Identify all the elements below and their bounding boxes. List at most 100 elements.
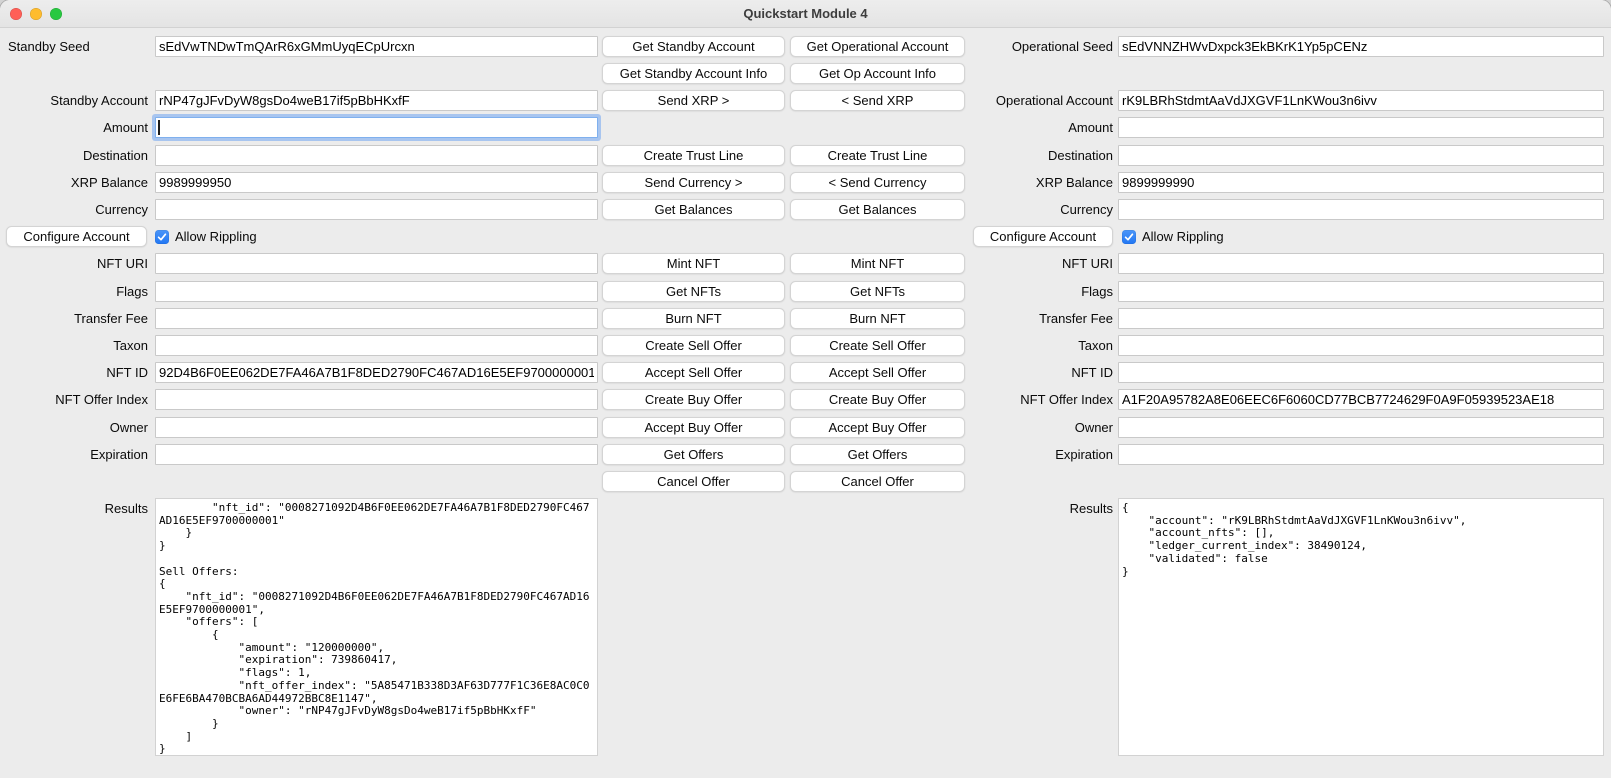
- standby-amount-input[interactable]: [155, 117, 598, 138]
- standby-seed-label: Standby Seed: [8, 36, 156, 57]
- standby-nft-id-input[interactable]: [155, 362, 598, 383]
- operational-expiration-input[interactable]: [1118, 444, 1604, 465]
- standby-expiration-input[interactable]: [155, 444, 598, 465]
- operational-currency-input[interactable]: [1118, 199, 1604, 220]
- standby-send-xrp-button[interactable]: Send XRP >: [602, 90, 785, 111]
- standby-destination-input[interactable]: [155, 145, 598, 166]
- standby-accept-sell-offer-button[interactable]: Accept Sell Offer: [602, 362, 785, 383]
- operational-results-label: Results: [967, 498, 1113, 519]
- standby-nft-offer-index-label: NFT Offer Index: [0, 389, 148, 410]
- operational-cancel-offer-button[interactable]: Cancel Offer: [790, 471, 965, 492]
- standby-flags-input[interactable]: [155, 281, 598, 302]
- operational-xrp-balance-label: XRP Balance: [967, 172, 1113, 193]
- standby-account-input[interactable]: [155, 90, 598, 111]
- standby-results-label: Results: [0, 498, 148, 519]
- operational-expiration-label: Expiration: [967, 444, 1113, 465]
- operational-burn-nft-button[interactable]: Burn NFT: [790, 308, 965, 329]
- operational-taxon-label: Taxon: [967, 335, 1113, 356]
- standby-transfer-fee-input[interactable]: [155, 308, 598, 329]
- operational-get-offers-button[interactable]: Get Offers: [790, 444, 965, 465]
- standby-get-nfts-button[interactable]: Get NFTs: [602, 281, 785, 302]
- get-op-account-info-button[interactable]: Get Op Account Info: [790, 63, 965, 84]
- minimize-window-button[interactable]: [30, 8, 42, 20]
- standby-expiration-label: Expiration: [0, 444, 148, 465]
- operational-nft-offer-index-input[interactable]: [1118, 389, 1604, 410]
- operational-account-label: Operational Account: [967, 90, 1113, 111]
- standby-results-text[interactable]: "nft_id": "0008271092D4B6F0EE062DE7FA46A…: [155, 498, 598, 756]
- standby-destination-label: Destination: [0, 145, 148, 166]
- standby-cancel-offer-button[interactable]: Cancel Offer: [602, 471, 785, 492]
- operational-flags-label: Flags: [967, 281, 1113, 302]
- operational-create-sell-offer-button[interactable]: Create Sell Offer: [790, 335, 965, 356]
- standby-create-sell-offer-button[interactable]: Create Sell Offer: [602, 335, 785, 356]
- standby-xrp-balance-input[interactable]: [155, 172, 598, 193]
- standby-create-trust-line-button[interactable]: Create Trust Line: [602, 145, 785, 166]
- standby-accept-buy-offer-button[interactable]: Accept Buy Offer: [602, 417, 785, 438]
- operational-nft-offer-index-label: NFT Offer Index: [967, 389, 1113, 410]
- operational-nft-uri-label: NFT URI: [967, 253, 1113, 274]
- operational-amount-label: Amount: [967, 117, 1113, 138]
- operational-taxon-input[interactable]: [1118, 335, 1604, 356]
- standby-owner-label: Owner: [0, 417, 148, 438]
- operational-create-trust-line-button[interactable]: Create Trust Line: [790, 145, 965, 166]
- operational-allow-rippling-label: Allow Rippling: [1142, 229, 1224, 244]
- standby-owner-input[interactable]: [155, 417, 598, 438]
- operational-accept-sell-offer-button[interactable]: Accept Sell Offer: [790, 362, 965, 383]
- operational-nft-uri-input[interactable]: [1118, 253, 1604, 274]
- standby-nft-uri-input[interactable]: [155, 253, 598, 274]
- standby-mint-nft-button[interactable]: Mint NFT: [602, 253, 785, 274]
- standby-seed-input[interactable]: [155, 36, 598, 57]
- standby-currency-label: Currency: [0, 199, 148, 220]
- standby-taxon-input[interactable]: [155, 335, 598, 356]
- standby-get-balances-button[interactable]: Get Balances: [602, 199, 785, 220]
- titlebar: Quickstart Module 4: [0, 0, 1611, 28]
- standby-xrp-balance-label: XRP Balance: [0, 172, 148, 193]
- operational-transfer-fee-input[interactable]: [1118, 308, 1604, 329]
- operational-owner-label: Owner: [967, 417, 1113, 438]
- standby-configure-account-button[interactable]: Configure Account: [6, 226, 147, 247]
- get-standby-account-button[interactable]: Get Standby Account: [602, 36, 785, 57]
- operational-allow-rippling-checkbox[interactable]: Allow Rippling: [1122, 226, 1224, 247]
- operational-amount-input[interactable]: [1118, 117, 1604, 138]
- standby-account-label: Standby Account: [0, 90, 148, 111]
- operational-seed-input[interactable]: [1118, 36, 1604, 57]
- standby-burn-nft-button[interactable]: Burn NFT: [602, 308, 785, 329]
- operational-xrp-balance-input[interactable]: [1118, 172, 1604, 193]
- operational-currency-label: Currency: [967, 199, 1113, 220]
- get-operational-account-button[interactable]: Get Operational Account: [790, 36, 965, 57]
- standby-get-offers-button[interactable]: Get Offers: [602, 444, 785, 465]
- standby-taxon-label: Taxon: [0, 335, 148, 356]
- operational-configure-account-button[interactable]: Configure Account: [973, 226, 1113, 247]
- operational-destination-label: Destination: [967, 145, 1113, 166]
- zoom-window-button[interactable]: [50, 8, 62, 20]
- operational-results-text[interactable]: { "account": "rK9LBRhStdmtAaVdJXGVF1LnKW…: [1118, 498, 1604, 756]
- traffic-lights: [10, 8, 62, 20]
- operational-send-xrp-button[interactable]: < Send XRP: [790, 90, 965, 111]
- standby-currency-input[interactable]: [155, 199, 598, 220]
- standby-send-currency-button[interactable]: Send Currency >: [602, 172, 785, 193]
- standby-amount-label: Amount: [0, 117, 148, 138]
- operational-destination-input[interactable]: [1118, 145, 1604, 166]
- operational-send-currency-button[interactable]: < Send Currency: [790, 172, 965, 193]
- operational-create-buy-offer-button[interactable]: Create Buy Offer: [790, 389, 965, 410]
- standby-nft-offer-index-input[interactable]: [155, 389, 598, 410]
- standby-create-buy-offer-button[interactable]: Create Buy Offer: [602, 389, 785, 410]
- operational-flags-input[interactable]: [1118, 281, 1604, 302]
- app-window: Quickstart Module 4 Standby Seed Get Sta…: [0, 0, 1611, 778]
- main-content: Standby Seed Get Standby Account Get Ope…: [0, 28, 1611, 778]
- operational-get-nfts-button[interactable]: Get NFTs: [790, 281, 965, 302]
- window-title: Quickstart Module 4: [0, 0, 1611, 28]
- operational-accept-buy-offer-button[interactable]: Accept Buy Offer: [790, 417, 965, 438]
- close-window-button[interactable]: [10, 8, 22, 20]
- get-standby-account-info-button[interactable]: Get Standby Account Info: [602, 63, 785, 84]
- checkbox-checked-icon: [1122, 230, 1136, 244]
- operational-mint-nft-button[interactable]: Mint NFT: [790, 253, 965, 274]
- operational-get-balances-button[interactable]: Get Balances: [790, 199, 965, 220]
- standby-allow-rippling-checkbox[interactable]: Allow Rippling: [155, 226, 257, 247]
- standby-flags-label: Flags: [0, 281, 148, 302]
- operational-owner-input[interactable]: [1118, 417, 1604, 438]
- standby-nft-uri-label: NFT URI: [0, 253, 148, 274]
- operational-account-input[interactable]: [1118, 90, 1604, 111]
- operational-nft-id-input[interactable]: [1118, 362, 1604, 383]
- operational-nft-id-label: NFT ID: [967, 362, 1113, 383]
